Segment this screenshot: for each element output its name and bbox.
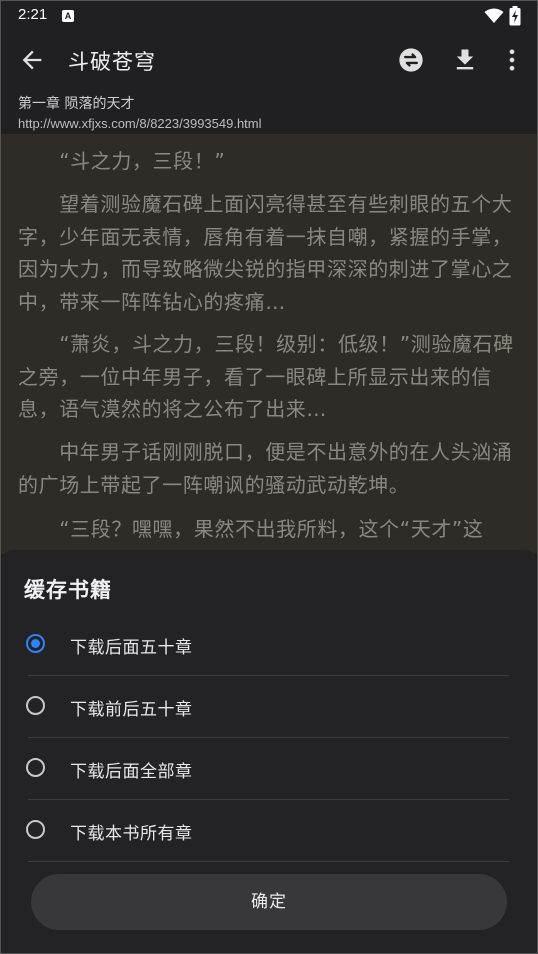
content-paragraph: 中年男子话刚刚脱口，便是不出意外的在人头汹涌的广场上带起了一阵嘲讽的骚动武动乾坤… [18, 440, 513, 497]
option-label: 下载前后五十章 [70, 700, 193, 720]
radio-button[interactable] [26, 634, 45, 653]
content-paragraph: 望着测验魔石碑上面闪亮得甚至有些刺眼的五个大字，少年面无表情，唇角有着一抹自嘲，… [18, 192, 513, 314]
notification-a-icon: A [62, 10, 74, 22]
wifi-icon [484, 8, 504, 23]
dialog-title: 缓存书籍 [24, 578, 112, 602]
content-paragraph: “斗之力，三段！” [18, 149, 226, 173]
book-title: 斗破苍穹 [68, 50, 156, 74]
confirm-button[interactable]: 确定 [31, 874, 507, 930]
radio-button[interactable] [26, 820, 45, 839]
toolbar: 斗破苍穹 [0, 32, 538, 88]
option-next-fifty[interactable]: 下载后面五十章 [0, 614, 538, 676]
divider [28, 861, 509, 862]
option-label: 下载后面五十章 [70, 638, 193, 658]
option-label: 下载本书所有章 [70, 824, 193, 844]
download-icon[interactable] [451, 46, 479, 74]
radio-button[interactable] [26, 696, 45, 715]
cache-book-dialog: 缓存书籍 下载后面五十章 下载前后五十章 下载后面全部章 下载本书所有章 确定 [0, 550, 538, 954]
more-vert-icon[interactable] [498, 46, 526, 74]
content-paragraph: “三段？嘿嘿，果然不出我所料，这个“天才”这 [18, 517, 484, 541]
status-time: 2:21 [18, 6, 48, 23]
chapter-title: 第一章 陨落的天才 [18, 96, 135, 112]
option-all-following[interactable]: 下载后面全部章 [0, 738, 538, 800]
option-all-chapters[interactable]: 下载本书所有章 [0, 800, 538, 862]
back-arrow-icon[interactable] [18, 46, 46, 74]
option-around-fifty[interactable]: 下载前后五十章 [0, 676, 538, 738]
chapter-info: 第一章 陨落的天才 http://www.xfjxs.com/8/8223/39… [0, 88, 538, 134]
option-label: 下载后面全部章 [70, 762, 193, 782]
chapter-url: http://www.xfjxs.com/8/8223/3993549.html [18, 116, 262, 131]
reading-area[interactable]: “斗之力，三段！” 望着测验魔石碑上面闪亮得甚至有些刺眼的五个大字，少年面无表情… [0, 134, 538, 554]
screen: 2:21 A 斗破苍穹 第一章 陨落的天才 http://www.xfjxs.c… [0, 0, 538, 954]
battery-charging-icon [509, 6, 521, 26]
radio-button[interactable] [26, 758, 45, 777]
content-paragraph: “萧炎，斗之力，三段！级别：低级！”测验魔石碑之旁，一位中年男子，看了一眼碑上所… [18, 332, 514, 421]
status-bar: 2:21 A [0, 0, 538, 32]
change-source-icon[interactable] [397, 46, 425, 74]
